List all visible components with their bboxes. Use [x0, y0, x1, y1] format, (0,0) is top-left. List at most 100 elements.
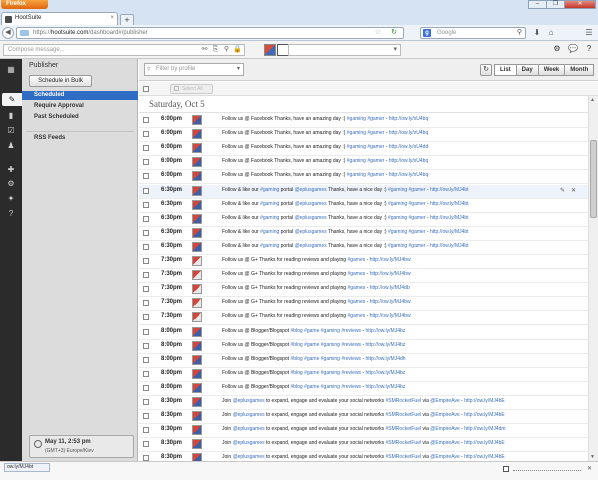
location-icon[interactable]: ⚲ — [222, 45, 231, 55]
close-addon-bar-icon[interactable]: ✕ — [587, 465, 592, 472]
message-link[interactable]: #games — [347, 257, 365, 263]
message-link[interactable]: http://ow.ly/MJ4bt — [430, 187, 469, 193]
schedule-in-bulk-button[interactable]: Schedule in Bulk — [29, 75, 92, 87]
edit-icon[interactable]: ✎ — [560, 187, 565, 194]
message-link[interactable]: #blog #game #gaming #reviews — [290, 370, 361, 376]
scrollbar-thumb[interactable] — [590, 140, 597, 218]
message-link[interactable]: http://ow.ly/MJ4bz — [366, 384, 406, 390]
message-text[interactable]: Follow us @ G+ Thanks for reading review… — [222, 313, 411, 319]
message-text[interactable]: Follow & like our #gaming portal @eplusg… — [222, 187, 469, 193]
table-row[interactable]: 7:30pm Follow us @ G+ Thanks for reading … — [139, 269, 588, 284]
row-checkbox[interactable] — [143, 117, 149, 123]
table-row[interactable]: 8:30pm Join @eplusgames to expand, engage… — [139, 396, 588, 410]
message-link[interactable]: http://ow.ly/xU4dd — [389, 144, 428, 150]
row-checkbox[interactable] — [143, 300, 149, 307]
message-link[interactable]: @eplusgames — [233, 426, 265, 432]
message-link[interactable]: #blog #game #gaming #reviews — [290, 342, 361, 348]
message-text[interactable]: Follow us @ Facebook Thanks, have an ama… — [222, 130, 428, 136]
message-link[interactable]: #gaming #gamer — [388, 201, 426, 207]
message-link[interactable]: @eplusgames — [295, 201, 327, 207]
message-link[interactable]: #games — [347, 313, 365, 319]
message-text[interactable]: Join @eplusgames to expand, engage and e… — [222, 398, 505, 404]
contacts-icon[interactable]: ♟ — [4, 139, 18, 152]
message-text[interactable]: Join @eplusgames to expand, engage and e… — [222, 440, 505, 446]
lock-icon[interactable]: 🔒 — [233, 45, 242, 55]
message-link[interactable]: #gaming #gamer — [347, 144, 385, 150]
google-search-engine-icon[interactable]: g — [423, 29, 431, 37]
message-link[interactable]: http://ow.ly/MJ4bw — [370, 257, 411, 263]
message-text[interactable]: Follow & like our #gaming portal @eplusg… — [222, 243, 469, 249]
message-text[interactable]: Follow us @ Facebook Thanks, have an ama… — [222, 172, 428, 178]
message-link[interactable]: http://ow.ly/MJ4bt — [430, 243, 469, 249]
row-checkbox[interactable] — [143, 427, 149, 434]
bulk-action-button[interactable]: Select All — [170, 84, 213, 94]
message-link[interactable]: #gaming #gamer — [388, 187, 426, 193]
message-link[interactable]: #gaming #gamer — [347, 172, 385, 178]
table-row[interactable]: 8:30pm Join @eplusgames to expand, engage… — [139, 424, 588, 439]
message-link[interactable]: http://ow.ly/xU4bq — [389, 172, 428, 178]
table-row[interactable]: 7:30pm Follow us @ G+ Thanks for reading … — [139, 311, 588, 326]
row-checkbox[interactable] — [143, 229, 149, 236]
table-row[interactable]: 6:00pm Follow us @ Facebook Thanks, have … — [139, 170, 588, 185]
message-link[interactable]: #gaming — [260, 243, 279, 249]
sidebar-item-rss-feeds[interactable]: RSS Feeds — [34, 135, 65, 141]
message-link[interactable]: http://ow.ly/xU4bq — [389, 158, 428, 164]
table-row[interactable]: 8:00pm Follow us @ Blogger/Blogspot #blog… — [139, 326, 588, 340]
tab-close-icon[interactable]: × — [110, 13, 114, 24]
help-icon[interactable]: ? — [584, 44, 594, 54]
message-link[interactable]: @eplusgames — [295, 215, 327, 221]
row-checkbox[interactable] — [143, 384, 149, 391]
send-icon[interactable]: ▶ — [244, 45, 245, 55]
reload-icon[interactable]: ↻ — [391, 28, 397, 38]
message-link[interactable]: @EmpireAve — [430, 426, 459, 432]
table-row[interactable]: 8:00pm Follow us @ Blogger/Blogspot #blog… — [139, 354, 588, 368]
search-icon[interactable]: ⚲ — [517, 28, 522, 38]
gear-icon[interactable]: ⚙ — [552, 44, 562, 54]
message-link[interactable]: #gaming — [260, 201, 279, 207]
tab-list[interactable]: List — [494, 64, 517, 76]
message-text[interactable]: Follow us @ Blogger/Blogspot #blog #game… — [222, 356, 406, 362]
message-link[interactable]: http://ow.ly/MJ4db — [370, 285, 410, 291]
row-checkbox[interactable] — [143, 328, 149, 335]
message-text[interactable]: Follow us @ G+ Thanks for reading review… — [222, 257, 411, 263]
message-text[interactable]: Follow us @ G+ Thanks for reading review… — [222, 299, 411, 305]
message-link[interactable]: #gaming #gamer — [347, 130, 385, 136]
message-link[interactable]: @EmpireAve — [430, 454, 459, 460]
row-checkbox[interactable] — [143, 145, 149, 152]
message-text[interactable]: Follow us @ G+ Thanks for reading review… — [222, 285, 410, 291]
settings-icon[interactable]: ⚙ — [4, 177, 18, 190]
message-text[interactable]: Follow & like our #gaming portal @eplusg… — [222, 201, 469, 207]
message-link[interactable]: #gaming #gamer — [388, 243, 426, 249]
message-text[interactable]: Follow us @ Facebook Thanks, have an ama… — [222, 158, 428, 164]
message-link[interactable]: http://ow.ly/MJ4bz — [366, 370, 406, 376]
chat-icon[interactable]: 💬 — [568, 44, 578, 54]
help-icon[interactable]: ? — [4, 207, 18, 220]
message-link[interactable]: http://ow.ly/MJ4dm — [464, 426, 505, 432]
tab-week[interactable]: Week — [537, 64, 566, 76]
row-checkbox[interactable] — [143, 413, 149, 420]
table-row[interactable]: 8:30pm Join @eplusgames to expand, engage… — [139, 438, 588, 453]
message-link[interactable]: http://ow.ly/MJ4bE — [464, 398, 505, 404]
message-link[interactable]: @eplusgames — [295, 229, 327, 235]
message-link[interactable]: http://ow.ly/MJ4bw — [370, 271, 411, 277]
row-checkbox[interactable] — [143, 399, 149, 405]
message-link[interactable]: #games — [347, 285, 365, 291]
table-row[interactable]: 6:00pm Follow us @ Facebook Thanks, have … — [139, 114, 588, 128]
message-link[interactable]: http://ow.ly/MJ4bt — [430, 215, 469, 221]
compose-message-input[interactable]: Compose message... ⚯ ⎘ ⚲ 🔒 ▶ — [3, 44, 245, 56]
message-text[interactable]: Follow us @ Blogger/Blogspot #blog #game… — [222, 370, 405, 376]
message-link[interactable]: http://ow.ly/MJ4bz — [366, 328, 406, 334]
bookmark-star-icon[interactable]: ☆ — [375, 28, 381, 38]
message-link[interactable]: #gaming #gamer — [347, 116, 385, 122]
scroll-down-icon[interactable]: ▼ — [590, 454, 595, 460]
sidebar-item-scheduled[interactable]: Scheduled — [22, 91, 138, 100]
new-tab-button[interactable]: + — [120, 14, 134, 25]
publisher-icon[interactable]: ✎ — [2, 93, 22, 106]
message-link[interactable]: http://ow.ly/xU4bq — [389, 130, 428, 136]
table-row[interactable]: 8:30pm Join @eplusgames to expand, engage… — [139, 452, 588, 461]
message-link[interactable]: #gaming — [260, 229, 279, 235]
tab-month[interactable]: Month — [564, 64, 595, 76]
filter-by-profile-select[interactable]: ▿ Filter by profile ▾ — [144, 63, 244, 76]
table-row[interactable]: 7:30pm Follow us @ G+ Thanks for reading … — [139, 255, 588, 269]
message-link[interactable]: @eplusgames — [295, 243, 327, 249]
